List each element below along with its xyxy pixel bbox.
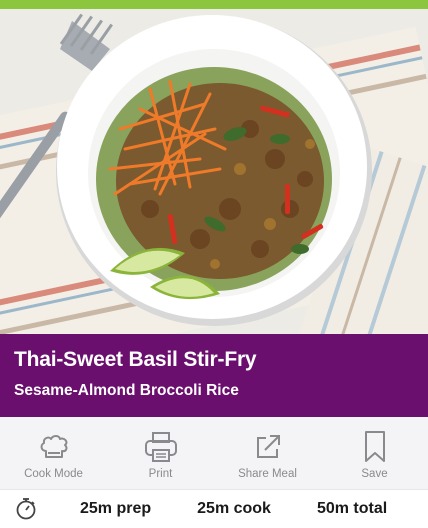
print-label: Print <box>148 468 173 480</box>
recipe-photo <box>0 9 428 334</box>
total-time: 50m total <box>316 500 388 517</box>
cook-mode-label: Cook Mode <box>24 468 83 480</box>
chef-hat-icon <box>37 430 71 464</box>
cook-mode-button[interactable]: Cook Mode <box>0 417 107 489</box>
bookmark-icon <box>358 430 392 464</box>
share-icon <box>251 430 285 464</box>
top-accent-bar <box>0 0 428 9</box>
stopwatch-icon <box>0 497 52 521</box>
recipe-title: Thai-Sweet Basil Stir-Fry <box>14 348 257 371</box>
printer-icon <box>144 430 178 464</box>
prep-time: 25m prep <box>80 500 152 517</box>
time-stats: 25m prep 25m cook 50m total <box>0 489 428 528</box>
share-meal-label: Share Meal <box>238 468 297 480</box>
save-button[interactable]: Save <box>321 417 428 489</box>
save-label: Save <box>361 468 388 480</box>
share-meal-button[interactable]: Share Meal <box>214 417 321 489</box>
cook-time: 25m cook <box>197 500 271 517</box>
recipe-subtitle: Sesame-Almond Broccoli Rice <box>14 382 239 399</box>
action-bar: Cook Mode Print Share Meal Save <box>0 417 428 489</box>
recipe-title-band: Thai-Sweet Basil Stir-Fry Sesame-Almond … <box>0 334 428 417</box>
print-button[interactable]: Print <box>107 417 214 489</box>
